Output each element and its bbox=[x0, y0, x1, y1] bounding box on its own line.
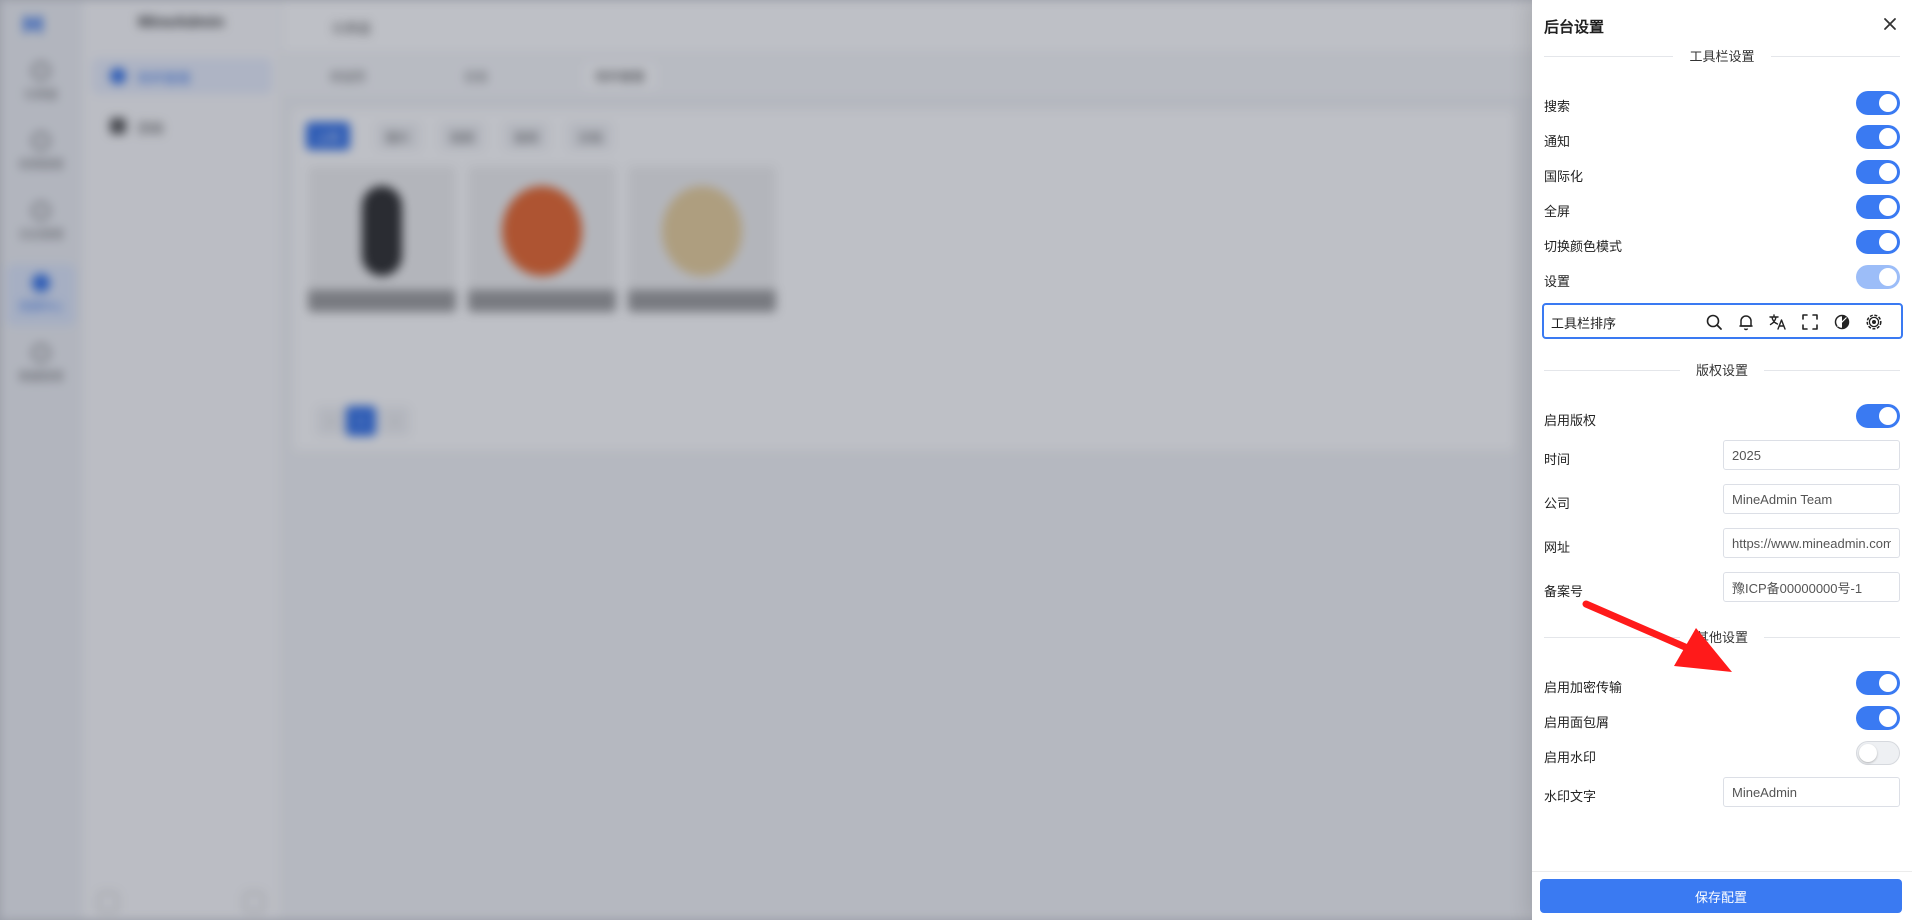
copyright-icp-input[interactable] bbox=[1723, 572, 1900, 602]
switch-knob bbox=[1879, 233, 1897, 251]
toolbar-i18n-switch[interactable] bbox=[1856, 160, 1900, 184]
toolbar-settings-switch bbox=[1856, 265, 1900, 289]
encrypt-switch[interactable] bbox=[1856, 671, 1900, 695]
section-title: 工具栏设置 bbox=[1673, 47, 1771, 67]
section-divider-toolbar: 工具栏设置 bbox=[1544, 47, 1900, 67]
toolbar-notify-label: 通知 bbox=[1544, 134, 1571, 149]
copyright-url-label: 网址 bbox=[1544, 540, 1571, 555]
save-config-button[interactable]: 保存配置 bbox=[1540, 879, 1902, 913]
copyright-time-label: 时间 bbox=[1544, 452, 1571, 467]
watermark-text-label: 水印文字 bbox=[1544, 789, 1597, 804]
copyright-company-label: 公司 bbox=[1544, 496, 1571, 511]
switch-knob bbox=[1879, 128, 1897, 146]
switch-knob bbox=[1879, 198, 1897, 216]
drawer-footer: 保存配置 bbox=[1532, 871, 1912, 920]
copyright-time-input[interactable] bbox=[1723, 440, 1900, 470]
section-divider-copyright: 版权设置 bbox=[1544, 361, 1900, 381]
section-title: 版权设置 bbox=[1679, 361, 1764, 381]
copyright-enable-label: 启用版权 bbox=[1544, 413, 1597, 428]
toolbar-settings-label: 设置 bbox=[1544, 274, 1571, 289]
close-button[interactable] bbox=[1880, 14, 1900, 34]
toolbar-color-mode-switch[interactable] bbox=[1856, 230, 1900, 254]
toolbar-fullscreen-label: 全屏 bbox=[1544, 204, 1571, 219]
section-divider-other: 其他设置 bbox=[1544, 628, 1900, 648]
toolbar-color-mode-label: 切换颜色模式 bbox=[1544, 239, 1623, 254]
switch-knob bbox=[1879, 407, 1897, 425]
toolbar-search-label: 搜索 bbox=[1544, 99, 1571, 114]
switch-knob bbox=[1879, 163, 1897, 181]
switch-knob bbox=[1879, 709, 1897, 727]
fullscreen-icon[interactable] bbox=[1800, 312, 1820, 332]
watermark-switch[interactable] bbox=[1856, 741, 1900, 765]
close-icon bbox=[1884, 18, 1896, 30]
encrypt-label: 启用加密传输 bbox=[1544, 680, 1623, 695]
settings-drawer: 后台设置 工具栏设置 搜索 通知 国际化 全屏 切换颜色模式 设置 工具栏排序 bbox=[1532, 0, 1912, 920]
settings-icon[interactable] bbox=[1864, 312, 1884, 332]
copyright-company-input[interactable] bbox=[1723, 484, 1900, 514]
copyright-url-input[interactable] bbox=[1723, 528, 1900, 558]
toolbar-search-switch[interactable] bbox=[1856, 91, 1900, 115]
switch-knob bbox=[1859, 744, 1877, 762]
bell-icon[interactable] bbox=[1736, 312, 1756, 332]
switch-knob bbox=[1879, 94, 1897, 112]
watermark-label: 启用水印 bbox=[1544, 750, 1597, 765]
toolbar-fullscreen-switch[interactable] bbox=[1856, 195, 1900, 219]
toolbar-sort-box[interactable]: 工具栏排序 bbox=[1542, 303, 1903, 339]
switch-knob bbox=[1879, 674, 1897, 692]
copyright-enable-switch[interactable] bbox=[1856, 404, 1900, 428]
watermark-text-input[interactable] bbox=[1723, 777, 1900, 807]
translate-icon[interactable] bbox=[1768, 312, 1788, 332]
switch-knob bbox=[1879, 268, 1897, 286]
search-icon[interactable] bbox=[1704, 312, 1724, 332]
breadcrumb-switch[interactable] bbox=[1856, 706, 1900, 730]
toolbar-i18n-label: 国际化 bbox=[1544, 169, 1584, 184]
copyright-icp-label: 备案号 bbox=[1544, 584, 1584, 599]
toolbar-notify-switch[interactable] bbox=[1856, 125, 1900, 149]
breadcrumb-label: 启用面包屑 bbox=[1544, 715, 1610, 730]
color-mode-icon[interactable] bbox=[1832, 312, 1852, 332]
section-title: 其他设置 bbox=[1679, 628, 1764, 648]
toolbar-sort-label: 工具栏排序 bbox=[1551, 316, 1617, 331]
drawer-title: 后台设置 bbox=[1544, 19, 1605, 36]
